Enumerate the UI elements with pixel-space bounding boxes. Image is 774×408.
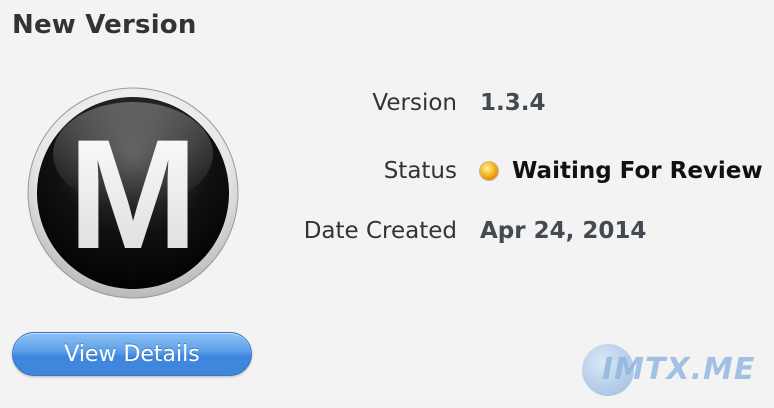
app-icon-graphic: M <box>27 87 239 299</box>
status-row: Status Waiting For Review <box>240 151 763 191</box>
version-value: 1.3.4 <box>480 90 546 116</box>
app-logo-m-icon: M <box>26 86 240 300</box>
page-title: New Version <box>12 10 197 40</box>
app-icon-letter: M <box>68 108 198 282</box>
view-details-button[interactable]: View Details <box>12 332 252 376</box>
watermark-text: IMTX.ME <box>602 352 756 387</box>
status-indicator: Waiting For Review <box>480 151 763 191</box>
version-row: Version 1.3.4 <box>240 83 760 123</box>
date-row: Date Created Apr 24, 2014 <box>240 211 760 251</box>
status-value: Waiting For Review <box>512 158 763 184</box>
status-label: Status <box>383 158 457 184</box>
date-created-value: Apr 24, 2014 <box>480 218 647 244</box>
status-dot-icon <box>480 162 498 180</box>
watermark-logo: IMTX.ME <box>582 344 768 400</box>
version-label: Version <box>372 90 457 116</box>
date-created-label: Date Created <box>303 218 457 244</box>
